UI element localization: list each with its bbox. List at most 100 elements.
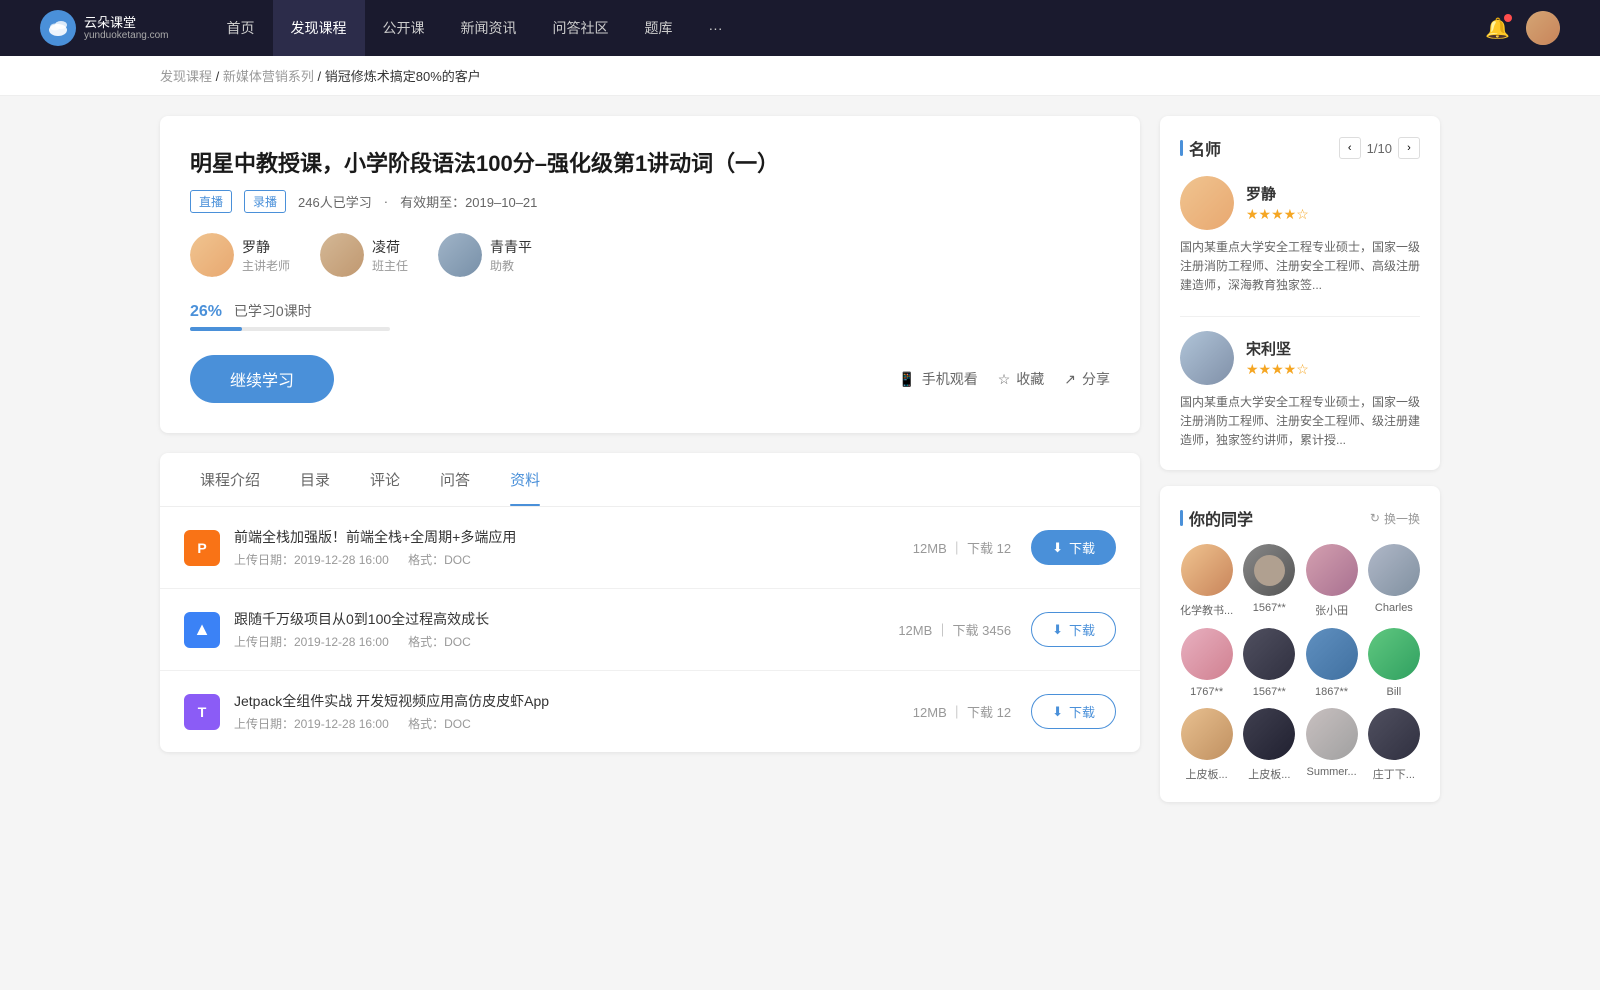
file-name-1: 前端全栈加强版！前端全栈+全周期+多端应用 xyxy=(234,527,913,547)
tabs-header: 课程介绍 目录 评论 问答 资料 xyxy=(160,453,1140,507)
classmate-avatar-8 xyxy=(1368,628,1420,680)
teacher-1: 罗静 主讲老师 xyxy=(190,233,290,277)
progress-section: 26% 已学习0课时 xyxy=(190,301,1110,331)
course-students: 246人已学习 xyxy=(298,192,372,211)
classmate-1[interactable]: 化学教书... xyxy=(1180,544,1233,618)
classmate-avatar-12 xyxy=(1368,708,1420,760)
classmate-3[interactable]: 张小田 xyxy=(1305,544,1357,618)
breadcrumb: 发现课程 / 新媒体营销系列 / 销冠修炼术搞定80%的客户 xyxy=(0,56,1600,96)
classmate-12[interactable]: 庄丁下... xyxy=(1368,708,1420,782)
classmate-6[interactable]: 1567** xyxy=(1243,628,1295,698)
nav-open[interactable]: 公开课 xyxy=(365,0,443,56)
download-button-1[interactable]: ⬇ 下载 xyxy=(1031,530,1116,565)
file-meta-1: 上传日期：2019-12-28 16:00 格式：DOC xyxy=(234,551,913,568)
teachers-sidebar-header: 名师 ‹ 1/10 › xyxy=(1180,136,1420,160)
classmates-header: 你的同学 ↻ 换一换 xyxy=(1180,506,1420,530)
teachers-pagination: ‹ 1/10 › xyxy=(1339,137,1420,159)
tab-review[interactable]: 评论 xyxy=(350,453,420,506)
download-icon-3: ⬇ xyxy=(1052,704,1063,720)
content-area: 明星中教授课，小学阶段语法100分–强化级第1讲动词（一） 直播 录播 246人… xyxy=(160,116,1140,966)
nav-discover[interactable]: 发现课程 xyxy=(273,0,365,56)
classmate-name-1: 化学教书... xyxy=(1180,602,1233,618)
badge-record: 录播 xyxy=(244,190,286,213)
user-avatar[interactable] xyxy=(1526,11,1560,45)
share-link[interactable]: ↗ 分享 xyxy=(1064,369,1110,389)
classmate-11[interactable]: Summer... xyxy=(1305,708,1357,782)
download-icon-2: ⬇ xyxy=(1052,622,1063,638)
classmate-10[interactable]: 上皮板... xyxy=(1243,708,1295,782)
classmate-5[interactable]: 1767** xyxy=(1180,628,1233,698)
nav-news[interactable]: 新闻资讯 xyxy=(443,0,535,56)
teachers-prev-button[interactable]: ‹ xyxy=(1339,137,1361,159)
progress-bar-bg xyxy=(190,327,390,331)
breadcrumb-link-2[interactable]: 新媒体营销系列 xyxy=(223,69,314,84)
navigation: 云朵课堂 yunduoketang.com 首页 发现课程 公开课 新闻资讯 问… xyxy=(0,0,1600,56)
nav-exam[interactable]: 题库 xyxy=(627,0,691,56)
teachers-sidebar-card: 名师 ‹ 1/10 › 罗静 ★★★★☆ xyxy=(1160,116,1440,470)
download-button-3[interactable]: ⬇ 下载 xyxy=(1031,694,1116,729)
tab-intro[interactable]: 课程介绍 xyxy=(180,453,280,506)
classmate-avatar-11 xyxy=(1306,708,1358,760)
logo[interactable]: 云朵课堂 yunduoketang.com xyxy=(40,10,169,46)
file-meta-3: 上传日期：2019-12-28 16:00 格式：DOC xyxy=(234,715,913,732)
classmate-name-7: 1867** xyxy=(1315,686,1348,698)
nav-qa[interactable]: 问答社区 xyxy=(535,0,627,56)
breadcrumb-sep-1: / xyxy=(216,69,223,84)
teacher-3-name: 青青平 xyxy=(490,237,532,257)
file-name-3: Jetpack全组件实战 开发短视频应用高仿皮皮虾App xyxy=(234,691,913,711)
teacher-sidebar-avatar-2 xyxy=(1180,331,1234,385)
notification-bell[interactable]: 🔔 xyxy=(1485,16,1510,41)
tab-catalog[interactable]: 目录 xyxy=(280,453,350,506)
teacher-3: 青青平 助教 xyxy=(438,233,532,277)
share-icon: ↗ xyxy=(1064,371,1076,388)
continue-button[interactable]: 继续学习 xyxy=(190,355,334,403)
progress-label: 已学习0课时 xyxy=(234,303,312,319)
teacher-3-role: 助教 xyxy=(490,257,532,274)
teacher-2-avatar xyxy=(320,233,364,277)
refresh-classmates-button[interactable]: ↻ 换一换 xyxy=(1370,510,1420,527)
breadcrumb-sep-2: / xyxy=(318,69,325,84)
course-card: 明星中教授课，小学阶段语法100分–强化级第1讲动词（一） 直播 录播 246人… xyxy=(160,116,1140,433)
download-button-2[interactable]: ⬇ 下载 xyxy=(1031,612,1116,647)
breadcrumb-link-1[interactable]: 发现课程 xyxy=(160,69,212,84)
classmate-avatar-4 xyxy=(1368,544,1420,596)
teachers-next-button[interactable]: › xyxy=(1398,137,1420,159)
teacher-sidebar-stars-2: ★★★★☆ xyxy=(1246,361,1309,378)
file-icon-1: P xyxy=(184,530,220,566)
tab-qa[interactable]: 问答 xyxy=(420,453,490,506)
teacher-3-avatar xyxy=(438,233,482,277)
file-stats-2: 12MB ｜ 下载 3456 xyxy=(898,620,1011,639)
progress-percent: 26% xyxy=(190,303,222,320)
classmate-9[interactable]: 上皮板... xyxy=(1180,708,1233,782)
tabs-card: 课程介绍 目录 评论 问答 资料 P 前端全栈加强版！前端全栈+全周期+多端应用… xyxy=(160,453,1140,752)
classmate-8[interactable]: Bill xyxy=(1368,628,1420,698)
classmate-2[interactable]: 1567** xyxy=(1243,544,1295,618)
file-meta-2: 上传日期：2019-12-28 16:00 格式：DOC xyxy=(234,633,898,650)
nav-more[interactable]: ··· xyxy=(691,0,741,56)
file-info-2: 跟随千万级项目从0到100全过程高效成长 上传日期：2019-12-28 16:… xyxy=(234,609,898,650)
download-label-3: 下载 xyxy=(1069,702,1095,721)
classmate-4[interactable]: Charles xyxy=(1368,544,1420,618)
logo-name: 云朵课堂 xyxy=(84,15,169,31)
teacher-2-name: 凌荷 xyxy=(372,237,408,257)
nav-home[interactable]: 首页 xyxy=(209,0,273,56)
collect-link[interactable]: ☆ 收藏 xyxy=(998,369,1045,389)
mobile-watch-link[interactable]: 📱 手机观看 xyxy=(898,369,977,389)
teacher-sidebar-avatar-1 xyxy=(1180,176,1234,230)
download-icon-1: ⬇ xyxy=(1052,540,1063,556)
breadcrumb-current: 销冠修炼术搞定80%的客户 xyxy=(325,69,481,84)
mobile-label: 手机观看 xyxy=(922,369,978,389)
classmate-avatar-3 xyxy=(1306,544,1358,596)
collect-label: 收藏 xyxy=(1016,369,1044,389)
classmate-name-6: 1567** xyxy=(1253,686,1286,698)
classmates-card: 你的同学 ↻ 换一换 化学教书... xyxy=(1160,486,1440,802)
classmates-grid: 化学教书... 1567** 张小田 xyxy=(1180,544,1420,782)
tab-materials[interactable]: 资料 xyxy=(490,453,560,506)
teacher-1-role: 主讲老师 xyxy=(242,257,290,274)
mobile-icon: 📱 xyxy=(898,371,915,388)
teachers-page: 1/10 xyxy=(1367,141,1392,156)
classmate-7[interactable]: 1867** xyxy=(1305,628,1357,698)
main-content: 明星中教授课，小学阶段语法100分–强化级第1讲动词（一） 直播 录播 246人… xyxy=(0,96,1600,986)
file-stats-3: 12MB ｜ 下载 12 xyxy=(913,702,1011,721)
badge-live: 直播 xyxy=(190,190,232,213)
